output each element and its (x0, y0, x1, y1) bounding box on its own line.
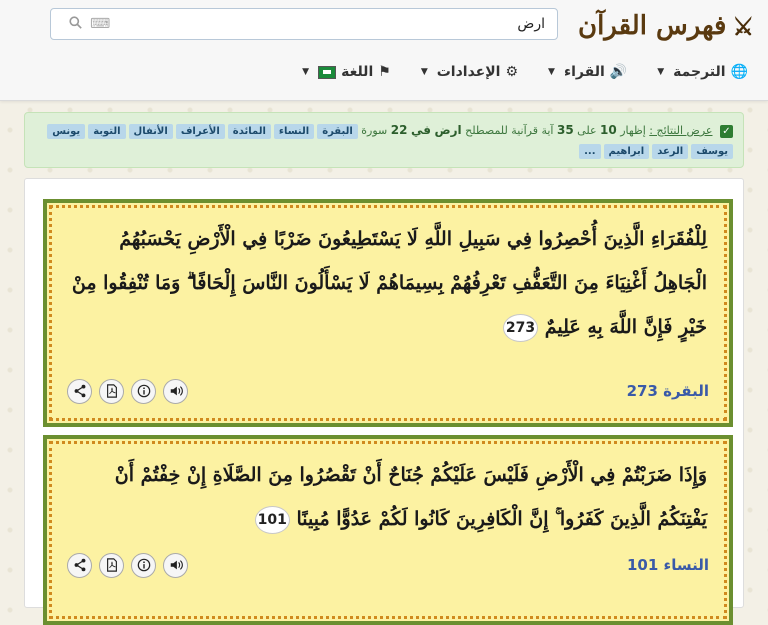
menu-translation[interactable]: 🌐 الترجمة ▼ (657, 64, 748, 80)
caret-down-icon: ▼ (420, 67, 428, 77)
verse-footer: النساء 101 (67, 551, 709, 579)
surah-tag[interactable]: يونس (47, 124, 86, 139)
surah-tag[interactable]: المائدة (227, 124, 271, 139)
menu-language[interactable]: ⚑ اللغة ▼ (302, 64, 391, 80)
share-icon[interactable] (67, 552, 92, 578)
menu-translation-label: الترجمة (673, 64, 726, 80)
audio-icon[interactable] (163, 378, 188, 404)
results-term: ارض (434, 123, 462, 137)
search-input[interactable] (110, 15, 547, 33)
search-box: ⌨ (50, 8, 558, 40)
ayah-number: 101 (254, 506, 290, 534)
results-text: آية قرآنية للمصطلح (465, 124, 554, 137)
results-text: إظهار (620, 124, 646, 137)
verse-card: وَإِذَا ضَرَبْتُمْ فِي الْأَرْضِ فَلَيْس… (43, 435, 733, 625)
verse-actions (67, 552, 188, 578)
menu-settings[interactable]: ⚙ الإعدادات ▼ (421, 64, 518, 80)
audio-icon[interactable] (163, 552, 188, 578)
verse-text-content: لِلْفُقَرَاءِ الَّذِينَ أُحْصِرُوا فِي س… (71, 228, 707, 338)
verse-reference[interactable]: النساء 101 (627, 556, 709, 574)
results-surah-count: 22 (390, 123, 408, 137)
results-summary: ✓ عرض النتائج : إظهار 10 على 35 آية قرآن… (24, 112, 744, 168)
results-text: في (410, 123, 431, 137)
results-shown: 10 (600, 123, 617, 137)
brand-title: فهرس القرآن (577, 11, 727, 41)
speaker-icon: 🔊 (609, 64, 628, 80)
caret-down-icon: ▼ (548, 67, 555, 77)
caret-down-icon: ▼ (657, 67, 665, 77)
keyboard-icon[interactable]: ⌨ (90, 16, 110, 32)
verse-footer: البقرة 273 (67, 377, 709, 405)
menu-language-label: اللغة (341, 64, 374, 80)
top-navbar: ⚔ فهرس القرآن ⌨ 🌐 الترجمة ▼ 🔊 القراء ▼ ⚙… (0, 0, 768, 101)
flag-icon: ⚑ (378, 64, 391, 80)
results-text: على (577, 124, 597, 137)
surah-tag[interactable]: الأنفال (128, 124, 173, 139)
brand[interactable]: ⚔ فهرس القرآن (578, 8, 754, 44)
surah-tag[interactable]: يوسف (691, 144, 733, 159)
main-menu: 🌐 الترجمة ▼ 🔊 القراء ▼ ⚙ الإعدادات ▼ ⚑ ا… (302, 64, 748, 80)
surah-tag[interactable]: البقرة (317, 124, 358, 139)
surah-tag[interactable]: النساء (273, 124, 315, 139)
verse-text-content: وَإِذَا ضَرَبْتُمْ فِي الْأَرْضِ فَلَيْس… (114, 464, 707, 530)
pdf-icon[interactable] (99, 552, 124, 578)
info-icon[interactable] (131, 552, 156, 578)
info-icon[interactable] (131, 378, 156, 404)
caret-down-icon: ▼ (302, 67, 310, 77)
share-icon[interactable] (67, 378, 92, 404)
menu-readers[interactable]: 🔊 القراء ▼ (548, 64, 627, 80)
menu-readers-label: القراء (563, 64, 605, 80)
surah-tag-more[interactable]: ... (579, 144, 601, 159)
check-icon: ✓ (720, 124, 733, 138)
surah-tag[interactable]: الرعد (652, 144, 689, 159)
saudi-flag-icon (318, 65, 337, 79)
verse-card: لِلْفُقَرَاءِ الَّذِينَ أُحْصِرُوا فِي س… (43, 199, 733, 427)
results-text: سورة (361, 124, 388, 137)
gear-icon: ⚙ (505, 64, 519, 80)
verse-reference[interactable]: البقرة 273 (627, 382, 709, 400)
search-icon[interactable] (69, 15, 82, 33)
verse-text: لِلْفُقَرَاءِ الَّذِينَ أُحْصِرُوا فِي س… (69, 217, 707, 349)
ayah-number: 273 (502, 314, 539, 342)
pdf-icon[interactable] (99, 378, 124, 404)
results-label: عرض النتائج : (649, 124, 713, 137)
verse-text: وَإِذَا ضَرَبْتُمْ فِي الْأَرْضِ فَلَيْس… (69, 453, 707, 541)
menu-settings-label: الإعدادات (436, 64, 501, 80)
surah-tag[interactable]: التوبة (88, 124, 126, 139)
results-panel: لِلْفُقَرَاءِ الَّذِينَ أُحْصِرُوا فِي س… (24, 178, 744, 625)
results-total: 35 (556, 123, 574, 137)
surah-tag[interactable]: الأعراف (175, 124, 225, 139)
surah-tag[interactable]: ابراهيم (603, 144, 650, 159)
globe-icon: 🌐 (730, 64, 748, 80)
crossed-swords-icon: ⚔ (732, 11, 754, 41)
verse-actions (67, 378, 188, 404)
